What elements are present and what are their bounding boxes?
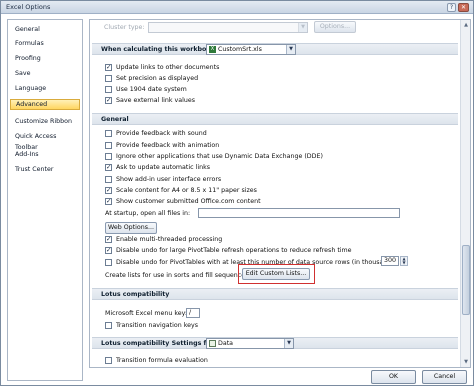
feedback-animation-checkbox[interactable] bbox=[105, 142, 112, 149]
section-header-general: General bbox=[92, 113, 458, 125]
transition-nav-label: Transition navigation keys bbox=[116, 322, 199, 329]
nav-item-formulas[interactable]: Formulas bbox=[10, 38, 80, 49]
transition-nav-checkbox[interactable] bbox=[105, 322, 112, 329]
menu-key-label: Microsoft Excel menu key: bbox=[105, 310, 188, 317]
section-title: General bbox=[101, 116, 129, 123]
vertical-scrollbar[interactable]: ▲ ▼ bbox=[460, 20, 470, 367]
save-external-links-label: Save external link values bbox=[116, 97, 195, 104]
scroll-thumb[interactable] bbox=[462, 245, 470, 315]
cluster-type-select: ▼ bbox=[148, 22, 308, 33]
addin-errors-label: Show add-in user interface errors bbox=[116, 176, 222, 183]
scroll-up-icon[interactable]: ▲ bbox=[462, 21, 470, 29]
ask-update-links-label: Ask to update automatic links bbox=[116, 164, 211, 171]
help-icon[interactable]: ? bbox=[447, 3, 456, 12]
chevron-down-icon: ▼ bbox=[298, 23, 307, 32]
nav-item-add-ins[interactable]: Add-Ins bbox=[10, 149, 80, 160]
startup-folder-input[interactable] bbox=[198, 208, 400, 218]
save-external-links-checkbox[interactable] bbox=[105, 96, 112, 104]
advanced-options-panel: ▲ ▼ Cluster type: ▼ Options... When calc… bbox=[89, 19, 471, 368]
chevron-down-icon: ▼ bbox=[286, 45, 295, 54]
nav-item-quick-access-toolbar[interactable]: Quick Access Toolbar bbox=[10, 131, 80, 151]
web-options-button[interactable]: Web Options... bbox=[105, 222, 157, 234]
update-links-label: Update links to other documents bbox=[116, 64, 220, 71]
startup-folder-label: At startup, open all files in: bbox=[105, 210, 191, 217]
window-title: Excel Options bbox=[6, 3, 51, 11]
date-1904-label: Use 1904 date system bbox=[116, 86, 187, 93]
office-content-checkbox[interactable] bbox=[105, 197, 112, 205]
nav-item-trust-center[interactable]: Trust Center bbox=[10, 164, 80, 175]
ask-update-links-checkbox[interactable] bbox=[105, 163, 112, 171]
section-title: Lotus compatibility bbox=[101, 291, 170, 298]
cluster-options-button: Options... bbox=[314, 21, 356, 33]
lotus-sheet-select[interactable]: Data ▼ bbox=[206, 338, 294, 349]
update-links-checkbox[interactable] bbox=[105, 63, 112, 71]
ignore-dde-checkbox[interactable] bbox=[105, 153, 112, 160]
options-nav: General Formulas Proofing Save Language … bbox=[7, 19, 83, 381]
menu-key-input[interactable]: / bbox=[186, 308, 200, 318]
ignore-dde-label: Ignore other applications that use Dynam… bbox=[116, 153, 323, 160]
rows-threshold-input[interactable]: 300 bbox=[381, 256, 399, 266]
nav-item-general[interactable]: General bbox=[10, 24, 80, 35]
section-title: When calculating this workbook: bbox=[101, 46, 218, 53]
excel-file-icon: X bbox=[209, 45, 216, 53]
disable-undo-refresh-checkbox[interactable] bbox=[105, 246, 112, 254]
disable-undo-rows-checkbox[interactable] bbox=[105, 259, 112, 266]
cancel-button[interactable]: Cancel bbox=[422, 370, 467, 384]
date-1904-checkbox[interactable] bbox=[105, 86, 112, 93]
workbook-select[interactable]: X CustomSrt.xls ▼ bbox=[206, 44, 296, 55]
nav-item-customize-ribbon[interactable]: Customize Ribbon bbox=[10, 116, 80, 127]
workbook-select-value: CustomSrt.xls bbox=[218, 46, 262, 53]
nav-item-save[interactable]: Save bbox=[10, 68, 80, 79]
section-title: Lotus compatibility Settings for: bbox=[101, 340, 217, 347]
nav-item-proofing[interactable]: Proofing bbox=[10, 53, 80, 64]
set-precision-label: Set precision as displayed bbox=[116, 75, 199, 82]
feedback-sound-label: Provide feedback with sound bbox=[116, 130, 207, 137]
chevron-down-icon: ▼ bbox=[284, 339, 293, 348]
nav-item-language[interactable]: Language bbox=[10, 83, 80, 94]
scroll-down-icon[interactable]: ▼ bbox=[462, 358, 470, 366]
addin-errors-checkbox[interactable] bbox=[105, 176, 112, 183]
set-precision-checkbox[interactable] bbox=[105, 75, 112, 82]
feedback-animation-label: Provide feedback with animation bbox=[116, 142, 220, 149]
custom-lists-label: Create lists for use in sorts and fill s… bbox=[105, 272, 251, 279]
close-icon[interactable]: ✕ bbox=[458, 3, 469, 12]
office-content-label: Show customer submitted Office.com conte… bbox=[116, 198, 261, 205]
edit-custom-lists-button[interactable]: Edit Custom Lists... bbox=[242, 268, 310, 280]
cluster-type-label: Cluster type: bbox=[104, 24, 145, 31]
feedback-sound-checkbox[interactable] bbox=[105, 130, 112, 137]
lotus-sheet-value: Data bbox=[218, 340, 234, 347]
multithread-label: Enable multi-threaded processing bbox=[116, 236, 223, 243]
formula-eval-checkbox[interactable] bbox=[105, 357, 112, 364]
title-bar: Excel Options ? ✕ bbox=[1, 1, 473, 14]
formula-eval-label: Transition formula evaluation bbox=[116, 357, 208, 364]
worksheet-icon bbox=[209, 339, 216, 347]
excel-options-dialog: Excel Options ? ✕ General Formulas Proof… bbox=[0, 0, 474, 386]
section-header-lotus: Lotus compatibility bbox=[92, 288, 458, 300]
rows-spinner[interactable]: ▲ ▼ bbox=[400, 256, 408, 266]
disable-undo-refresh-label: Disable undo for large PivotTable refres… bbox=[116, 247, 352, 254]
ok-button[interactable]: OK bbox=[371, 370, 416, 384]
scale-content-checkbox[interactable] bbox=[105, 186, 112, 194]
scale-content-label: Scale content for A4 or 8.5 x 11" paper … bbox=[116, 187, 257, 194]
multithread-checkbox[interactable] bbox=[105, 235, 112, 243]
nav-item-advanced[interactable]: Advanced bbox=[10, 99, 80, 110]
